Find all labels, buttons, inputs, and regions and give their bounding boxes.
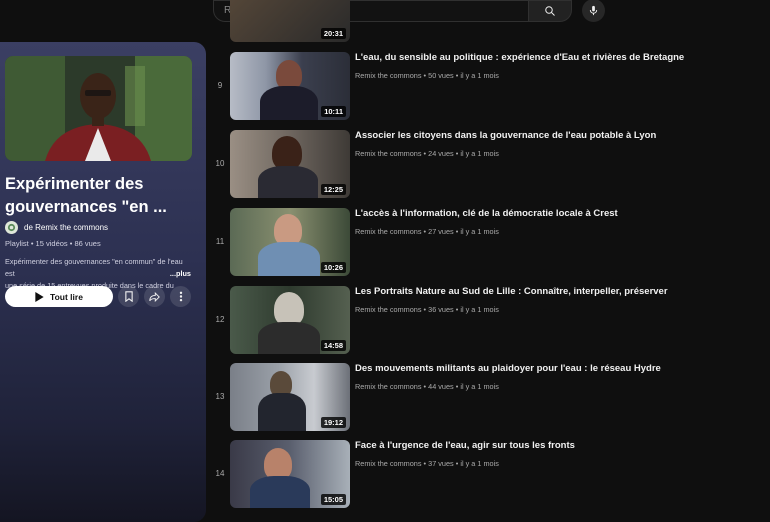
video-duration: 15:05 [320,494,346,505]
video-row[interactable]: 13 19:12 Des mouvements militants au pla… [213,363,763,431]
separator: • [455,305,459,314]
video-row[interactable]: 10 12:25 Associer les citoyens dans la g… [213,130,763,198]
separator: • [455,71,459,80]
video-thumbnail[interactable]: 14:58 [230,286,350,354]
video-duration: 14:58 [320,340,346,351]
video-thumbnail[interactable]: 10:11 [230,52,350,120]
playlist-header-panel: Expérimenter des gouvernances "en ... de… [0,42,206,522]
playlist-owner-name[interactable]: de Remix the commons [24,223,108,232]
video-row[interactable]: 9 10:11 L'eau, du sensible au politique … [213,52,763,120]
upload-age: il y a 1 mois [460,71,499,80]
video-index: 9 [217,81,223,90]
view-count: 24 vues [428,149,454,158]
video-meta: Remix the commons • 27 vues • il y a 1 m… [355,227,499,236]
play-all-label: Tout lire [50,291,83,302]
video-meta: Remix the commons • 44 vues • il y a 1 m… [355,382,499,391]
video-duration: 19:12 [320,417,346,428]
video-meta: Remix the commons • 24 vues • il y a 1 m… [355,149,499,158]
share-button[interactable] [144,286,165,307]
separator: • [423,149,427,158]
view-count: 50 vues [428,71,454,80]
channel-name[interactable]: Remix the commons [355,305,422,314]
separator: • [423,71,427,80]
view-count: 36 vues [428,305,454,314]
video-row[interactable]: 14 15:05 Face à l'urgence de l'eau, agir… [213,440,763,508]
video-title[interactable]: Associer les citoyens dans la gouvernanc… [355,130,656,141]
playlist-owner[interactable]: de Remix the commons [5,221,108,234]
separator: • [423,459,427,468]
separator: • [423,227,427,236]
upload-age: il y a 1 mois [460,459,499,468]
video-thumbnail[interactable]: 12:25 [230,130,350,198]
video-index: 11 [215,237,225,246]
playlist-thumbnail-image [5,56,192,161]
playlist-title: Expérimenter des gouvernances "en ... [5,175,167,216]
video-title[interactable]: Les Portraits Nature au Sud de Lille : C… [355,286,668,297]
playlist-meta: Playlist • 15 vidéos • 86 vues [5,239,101,248]
video-thumbnail[interactable]: 20:31 [230,0,350,42]
more-actions-button[interactable] [170,286,191,307]
video-meta: Remix the commons • 37 vues • il y a 1 m… [355,459,499,468]
video-title[interactable]: L'eau, du sensible au politique : expéri… [355,52,684,63]
view-count: 44 vues [428,382,454,391]
video-duration: 20:31 [320,28,346,39]
video-index: 13 [215,392,225,401]
video-index: 12 [215,315,225,324]
video-duration: 12:25 [320,184,346,195]
channel-name[interactable]: Remix the commons [355,459,422,468]
separator: • [455,459,459,468]
video-duration: 10:26 [320,262,346,273]
separator: • [423,305,427,314]
separator: • [455,227,459,236]
video-thumbnail[interactable]: 10:26 [230,208,350,276]
video-duration: 10:11 [321,106,346,117]
view-count: 27 vues [428,227,454,236]
upload-age: il y a 1 mois [460,382,499,391]
channel-avatar[interactable] [5,221,18,234]
separator: • [455,149,459,158]
video-row-partial[interactable]: 20:31 [213,0,763,42]
bookmark-icon [124,291,133,302]
upload-age: il y a 1 mois [460,227,499,236]
save-playlist-button[interactable] [118,286,139,307]
video-title[interactable]: L'accès à l'information, clé de la démoc… [355,208,618,219]
video-row[interactable]: 11 10:26 L'accès à l'information, clé de… [213,208,763,276]
more-vert-icon [179,291,182,302]
separator: • [423,382,427,391]
description-line: Expérimenter des gouvernances "en commun… [5,257,183,278]
upload-age: il y a 1 mois [460,149,499,158]
video-thumbnail[interactable]: 15:05 [230,440,350,508]
view-count: 37 vues [428,459,454,468]
upload-age: il y a 1 mois [460,305,499,314]
channel-name[interactable]: Remix the commons [355,382,422,391]
video-index: 10 [215,159,225,168]
video-row[interactable]: 12 14:58 Les Portraits Nature au Sud de … [213,286,763,354]
video-title[interactable]: Des mouvements militants au plaidoyer po… [355,363,661,374]
more-link[interactable]: ...plus [170,268,191,280]
playlist-thumbnail[interactable] [5,56,192,161]
video-thumbnail[interactable]: 19:12 [230,363,350,431]
channel-logo-icon [7,223,16,232]
video-meta: Remix the commons • 50 vues • il y a 1 m… [355,71,499,80]
video-title[interactable]: Face à l'urgence de l'eau, agir sur tous… [355,440,575,451]
separator: • [455,382,459,391]
play-all-button[interactable]: Tout lire [5,286,113,307]
video-index: 14 [215,469,225,478]
share-icon [149,291,160,302]
channel-name[interactable]: Remix the commons [355,71,422,80]
channel-name[interactable]: Remix the commons [355,149,422,158]
video-meta: Remix the commons • 36 vues • il y a 1 m… [355,305,499,314]
channel-name[interactable]: Remix the commons [355,227,422,236]
play-icon [35,291,44,302]
